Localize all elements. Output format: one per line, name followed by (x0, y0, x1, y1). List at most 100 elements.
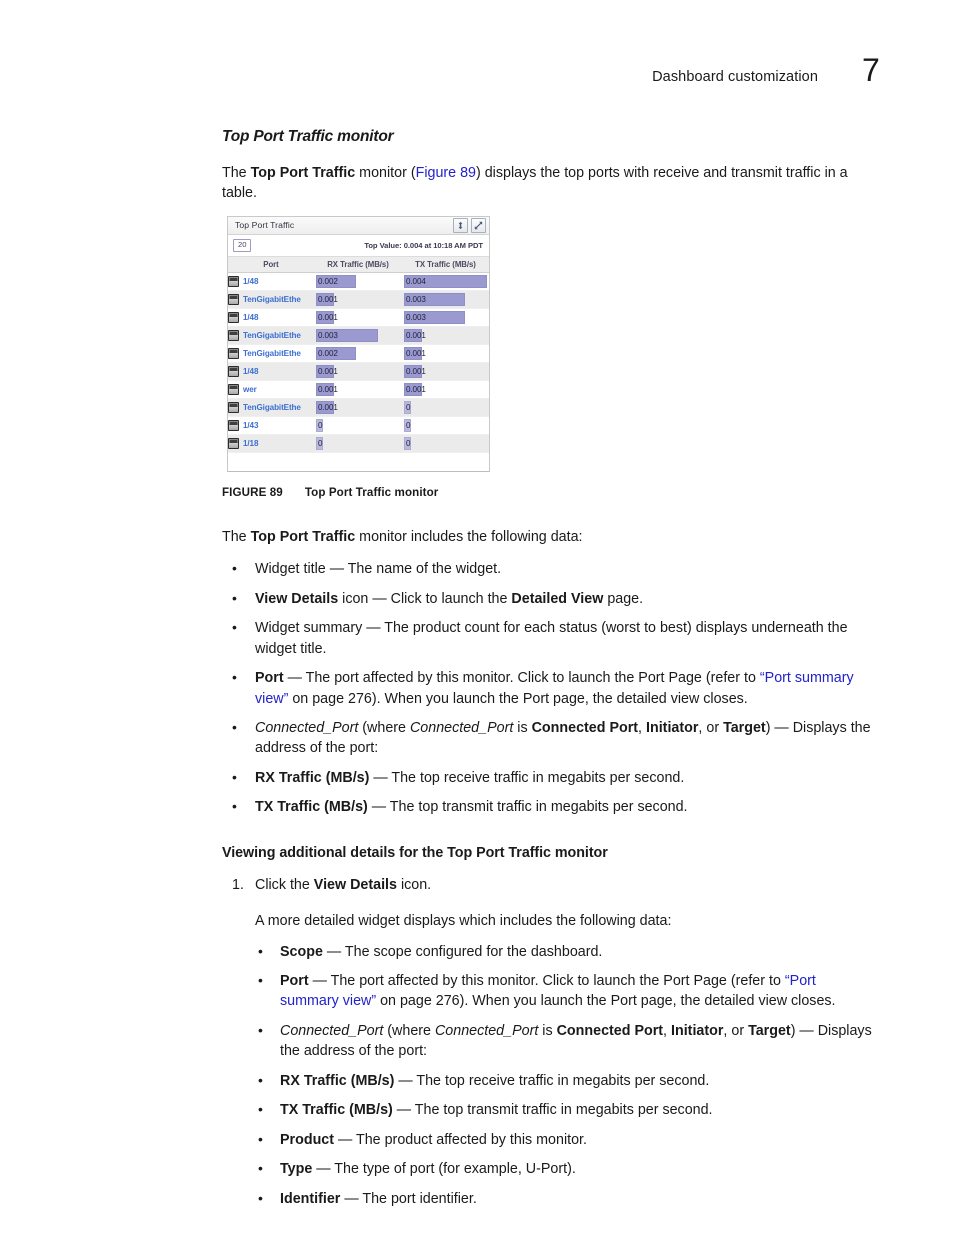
port-inner: 1/48 (228, 365, 314, 377)
text-segment-1: — The port affected by this monitor. Cli… (308, 973, 785, 989)
table-row[interactable]: TenGigabitEthe 0.002 0.001 (228, 344, 489, 363)
list-item: Widget title — The name of the widget. (222, 558, 874, 579)
figure-caption: FIGURE 89 Top Port Traffic monitor (222, 486, 874, 499)
step-number: 1. (232, 876, 244, 893)
cell-rx-traffic[interactable]: 0.001 (314, 308, 402, 327)
text-segment-0: TX Traffic (MB/s) (255, 799, 368, 816)
text-segment-1: — The top receive traffic in megabits pe… (394, 1072, 710, 1089)
cell-tx-traffic[interactable]: 0 (402, 434, 489, 453)
cell-rx-traffic[interactable]: 0 (314, 434, 402, 453)
vertical-resize-icon[interactable] (453, 217, 468, 233)
traffic-value: 0.001 (318, 313, 338, 323)
figure-caption-label: FIGURE 89 (222, 485, 283, 499)
port-link[interactable]: TenGigabitEthe (243, 349, 301, 358)
list-item: Widget summary — The product count for e… (222, 617, 874, 659)
text-segment-1: — The top receive traffic in megabits pe… (369, 769, 685, 786)
cell-rx-traffic[interactable]: 0.003 (314, 326, 402, 345)
table-row[interactable]: 1/48 0.001 0.001 (228, 362, 489, 381)
table-row[interactable]: 1/18 0 0 (228, 434, 489, 453)
list-item: Port — The port affected by this monitor… (222, 667, 874, 709)
text-segment-2: Connected_Port (409, 719, 514, 736)
cell-rx-traffic[interactable]: 0.001 (314, 380, 402, 399)
table-row[interactable]: 1/48 0.001 0.003 (228, 308, 489, 327)
cell-tx-traffic[interactable]: 0.003 (402, 290, 489, 309)
data-intro-bold: Top Port Traffic (250, 528, 356, 545)
text-segment-1: — The scope configured for the dashboard… (322, 943, 603, 960)
text-segment-0: Scope (280, 943, 323, 960)
port-link[interactable]: TenGigabitEthe (243, 331, 301, 340)
text-segment-4: Connected Port (531, 719, 639, 736)
cell-port[interactable]: 1/48 (228, 362, 314, 381)
cell-port[interactable]: 1/48 (228, 272, 314, 291)
text-segment-6: Initiator (646, 719, 699, 736)
port-link[interactable]: TenGigabitEthe (243, 295, 301, 304)
page-header: Dashboard customization 7 (0, 54, 896, 86)
table-row[interactable]: 1/43 0 0 (228, 416, 489, 435)
port-inner: TenGigabitEthe (228, 329, 314, 341)
table-row[interactable]: TenGigabitEthe 0.003 0.001 (228, 326, 489, 345)
port-link[interactable]: wer (243, 385, 257, 394)
text-segment-2: icon. (396, 876, 432, 893)
table-header-row: Port RX Traffic (MB/s) TX Traffic (MB/s) (228, 255, 489, 273)
port-device-icon (228, 293, 239, 305)
port-link[interactable]: TenGigabitEthe (243, 403, 301, 412)
text-segment-1: — The name of the widget. (325, 561, 502, 578)
cell-port[interactable]: TenGigabitEthe (228, 326, 314, 345)
port-device-icon (228, 401, 239, 413)
text-segment-7: , or (723, 1022, 749, 1039)
text-segment-0: Identifier (280, 1190, 341, 1207)
traffic-value: 0 (406, 439, 411, 449)
column-header-port[interactable]: Port (228, 255, 314, 273)
cell-tx-traffic[interactable]: 0.001 (402, 326, 489, 345)
cell-port[interactable]: 1/48 (228, 308, 314, 327)
cell-tx-traffic[interactable]: 0.003 (402, 308, 489, 327)
cell-rx-traffic[interactable]: 0.001 (314, 290, 402, 309)
cell-port[interactable]: wer (228, 380, 314, 399)
widget-count-badge[interactable]: 20 (233, 239, 252, 252)
cell-port[interactable]: TenGigabitEthe (228, 290, 314, 309)
list-item: RX Traffic (MB/s) — The top receive traf… (222, 767, 874, 788)
cell-tx-traffic[interactable]: 0.001 (402, 362, 489, 381)
cell-port[interactable]: TenGigabitEthe (228, 398, 314, 417)
cell-tx-traffic[interactable]: 0 (402, 416, 489, 435)
port-link[interactable]: 1/43 (243, 421, 258, 430)
column-header-rx-traffic[interactable]: RX Traffic (MB/s) (314, 255, 402, 273)
text-segment-1: — The type of port (for example, U-Port)… (312, 1161, 576, 1178)
text-segment-1: (where (358, 719, 410, 736)
text-segment-2: Connected_Port (434, 1022, 539, 1039)
port-inner: 1/48 (228, 275, 314, 287)
port-link[interactable]: 1/48 (243, 313, 258, 322)
figure-cross-reference[interactable]: Figure 89 (416, 165, 476, 181)
data-intro-prefix: The (222, 528, 251, 545)
procedure-heading: Viewing additional details for the Top P… (222, 844, 608, 861)
cell-port[interactable]: 1/43 (228, 416, 314, 435)
port-link[interactable]: 1/18 (243, 439, 258, 448)
cell-tx-traffic[interactable]: 0.001 (402, 344, 489, 363)
table-row[interactable]: TenGigabitEthe 0.001 0.003 (228, 290, 489, 309)
cell-rx-traffic[interactable]: 0.002 (314, 344, 402, 363)
detail-bullet-list: Scope — The scope configured for the das… (255, 941, 874, 1209)
cell-tx-traffic[interactable]: 0 (402, 398, 489, 417)
cell-tx-traffic[interactable]: 0.004 (402, 272, 489, 291)
port-link[interactable]: 1/48 (243, 367, 258, 376)
port-inner: wer (228, 383, 314, 395)
cell-rx-traffic[interactable]: 0 (314, 416, 402, 435)
cell-rx-traffic[interactable]: 0.001 (314, 362, 402, 381)
cell-port[interactable]: TenGigabitEthe (228, 344, 314, 363)
table-row[interactable]: TenGigabitEthe 0.001 0 (228, 398, 489, 417)
cell-port[interactable]: 1/18 (228, 434, 314, 453)
port-link[interactable]: 1/48 (243, 277, 258, 286)
column-header-tx-traffic[interactable]: TX Traffic (MB/s) (402, 255, 489, 273)
traffic-value: 0.001 (406, 331, 426, 341)
data-bullet-list: Widget title — The name of the widget. Vi… (222, 558, 874, 817)
table-row[interactable]: wer 0.001 0.001 (228, 380, 489, 399)
cell-tx-traffic[interactable]: 0.001 (402, 380, 489, 399)
list-item: TX Traffic (MB/s) — The top transmit tra… (255, 1099, 874, 1120)
cell-rx-traffic[interactable]: 0.002 (314, 272, 402, 291)
text-segment-5: , (638, 719, 646, 736)
table-header: Port RX Traffic (MB/s) TX Traffic (MB/s) (228, 255, 489, 273)
table-row[interactable]: 1/48 0.002 0.004 (228, 272, 489, 291)
cell-rx-traffic[interactable]: 0.001 (314, 398, 402, 417)
expand-icon[interactable] (471, 217, 486, 233)
widget-footer (228, 452, 489, 471)
